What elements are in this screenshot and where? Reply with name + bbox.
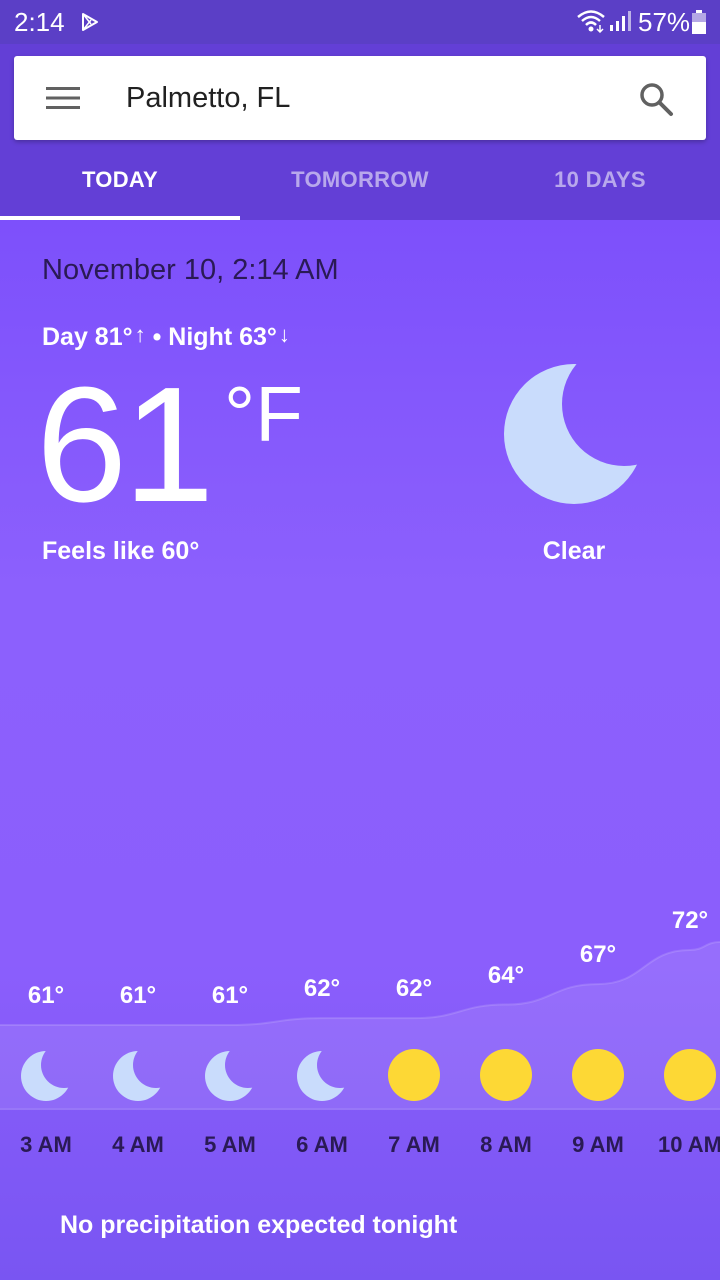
down-arrow-icon: ↓	[278, 322, 290, 347]
weather-main[interactable]: November 10, 2:14 AM Day 81°↑ • Night 63…	[0, 220, 720, 1280]
hour-temp: 64°	[487, 961, 525, 989]
sun-icon	[572, 1049, 624, 1101]
hour-label: 9 AM	[572, 1132, 624, 1157]
hour-temp: 72°	[671, 907, 709, 934]
hour-temp: 61°	[211, 982, 249, 1009]
menu-icon[interactable]	[46, 86, 80, 110]
tab-tomorrow[interactable]: TOMORROW	[240, 148, 480, 220]
hour-temp: 67°	[579, 941, 617, 969]
wifi-icon	[577, 10, 605, 33]
tab-today[interactable]: TODAY	[0, 148, 240, 220]
tab-bar: TODAY TOMORROW 10 DAYS	[0, 148, 720, 220]
status-time: 2:14	[14, 7, 65, 37]
play-store-icon	[82, 13, 98, 31]
hour-label: 10 AM	[658, 1132, 720, 1157]
current-temperature: 61	[36, 353, 214, 536]
feels-like: Feels like 60°	[42, 537, 200, 565]
status-bar: 2:14 57%	[0, 0, 720, 44]
day-night-temps: Day 81°↑ • Night 63°↓	[42, 320, 290, 355]
hour-temp: 62°	[395, 975, 433, 1003]
tab-10-days[interactable]: 10 DAYS	[480, 148, 720, 220]
separator: •	[152, 323, 162, 351]
search-icon[interactable]	[638, 81, 674, 117]
moon-icon	[504, 364, 642, 504]
hour-label: 3 AM	[20, 1132, 72, 1157]
hour-temp: 61°	[27, 982, 65, 1009]
moon-icon	[113, 1051, 163, 1101]
sun-icon	[388, 1049, 440, 1101]
sun-icon	[664, 1049, 716, 1101]
night-low: Night 63°	[168, 323, 277, 351]
app-header: Palmetto, FL TODAY TOMORROW 10 DAYS	[0, 44, 720, 220]
hour-label: 4 AM	[112, 1132, 164, 1157]
battery-icon	[692, 10, 706, 34]
condition-text: Clear	[542, 537, 606, 565]
search-bar[interactable]: Palmetto, FL	[14, 56, 706, 140]
moon-icon	[205, 1051, 255, 1101]
temperature-unit: °F	[224, 370, 303, 458]
precipitation-text: No precipitation expected tonight	[60, 1211, 458, 1239]
hour-label: 6 AM	[296, 1132, 348, 1157]
hour-label: 8 AM	[480, 1132, 532, 1157]
moon-icon	[21, 1051, 71, 1101]
location-text[interactable]: Palmetto, FL	[126, 80, 290, 116]
up-arrow-icon: ↑	[134, 322, 146, 347]
sun-icon	[480, 1049, 532, 1101]
signal-icon	[610, 11, 631, 31]
battery-percentage: 57%	[638, 7, 691, 37]
moon-icon	[297, 1051, 347, 1101]
date-time: November 10, 2:14 AM	[42, 254, 339, 286]
day-high: Day 81°	[42, 323, 133, 351]
hour-temp: 62°	[303, 975, 341, 1003]
hour-label: 5 AM	[204, 1132, 256, 1157]
hour-label: 7 AM	[388, 1132, 440, 1157]
hour-temp: 61°	[119, 982, 157, 1009]
